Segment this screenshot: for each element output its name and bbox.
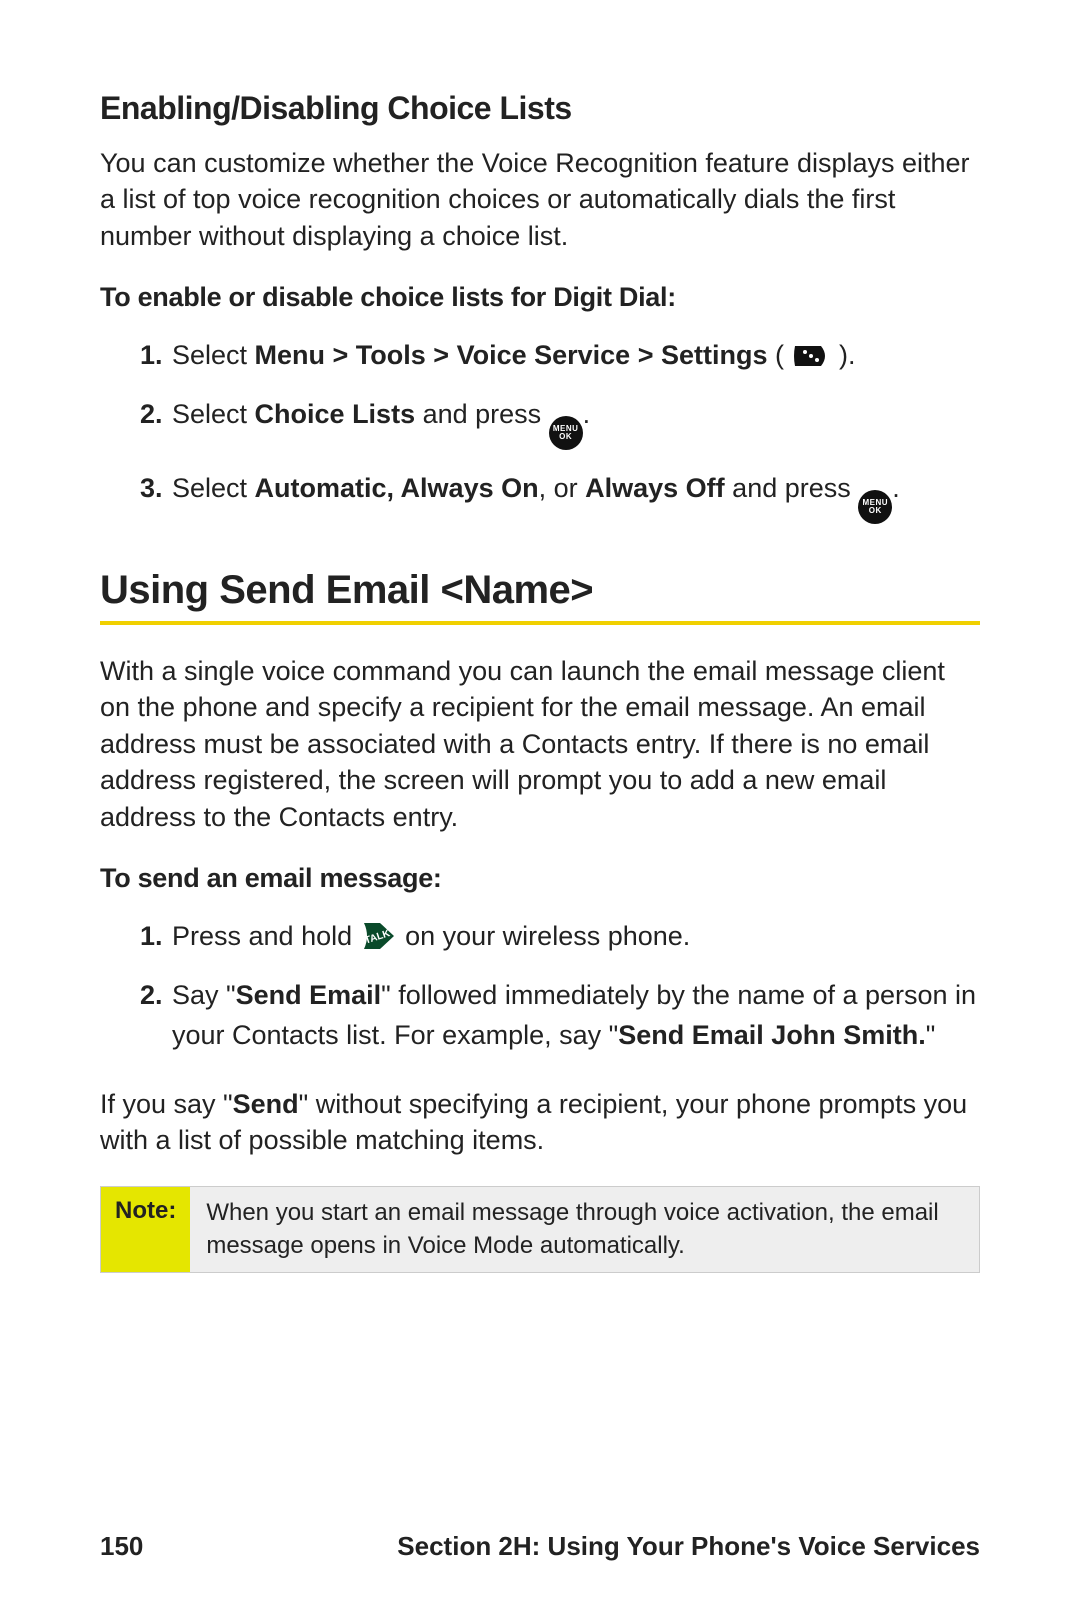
step-3: 3. Select Automatic, Always On, or Alway… (140, 468, 980, 524)
heading-send-email: Using Send Email <Name> (100, 568, 980, 613)
para-send-fallback: If you say "Send" without specifying a r… (100, 1086, 980, 1159)
menu-ok-icon: MENUOK (858, 490, 892, 524)
step-2: 2. Say "Send Email" followed immediately… (140, 975, 980, 1056)
note-label: Note: (101, 1187, 190, 1272)
manual-page: Enabling/Disabling Choice Lists You can … (0, 0, 1080, 1620)
section-divider (100, 621, 980, 625)
note-box: Note: When you start an email message th… (100, 1186, 980, 1273)
para-choice-lists: You can customize whether the Voice Reco… (100, 145, 980, 254)
steps-choice-lists: 1. Select Menu > Tools > Voice Service >… (100, 335, 980, 524)
step-2: 2. Select Choice Lists and press MENUOK. (140, 394, 980, 450)
menu-ok-icon: MENUOK (549, 416, 583, 450)
lead-send-email: To send an email message: (100, 863, 980, 894)
step-1: 1. Press and hold TALK on your wireless … (140, 916, 980, 957)
para-send-email: With a single voice command you can laun… (100, 653, 980, 835)
section-title: Section 2H: Using Your Phone's Voice Ser… (397, 1531, 980, 1562)
settings-icon (791, 341, 831, 369)
steps-send-email: 1. Press and hold TALK on your wireless … (100, 916, 980, 1056)
page-footer: 150 Section 2H: Using Your Phone's Voice… (100, 1531, 980, 1562)
step-1: 1. Select Menu > Tools > Voice Service >… (140, 335, 980, 376)
talk-icon: TALK (360, 919, 398, 953)
heading-choice-lists: Enabling/Disabling Choice Lists (100, 90, 980, 127)
note-text: When you start an email message through … (190, 1187, 979, 1272)
lead-digit-dial: To enable or disable choice lists for Di… (100, 282, 980, 313)
page-number: 150 (100, 1531, 143, 1562)
